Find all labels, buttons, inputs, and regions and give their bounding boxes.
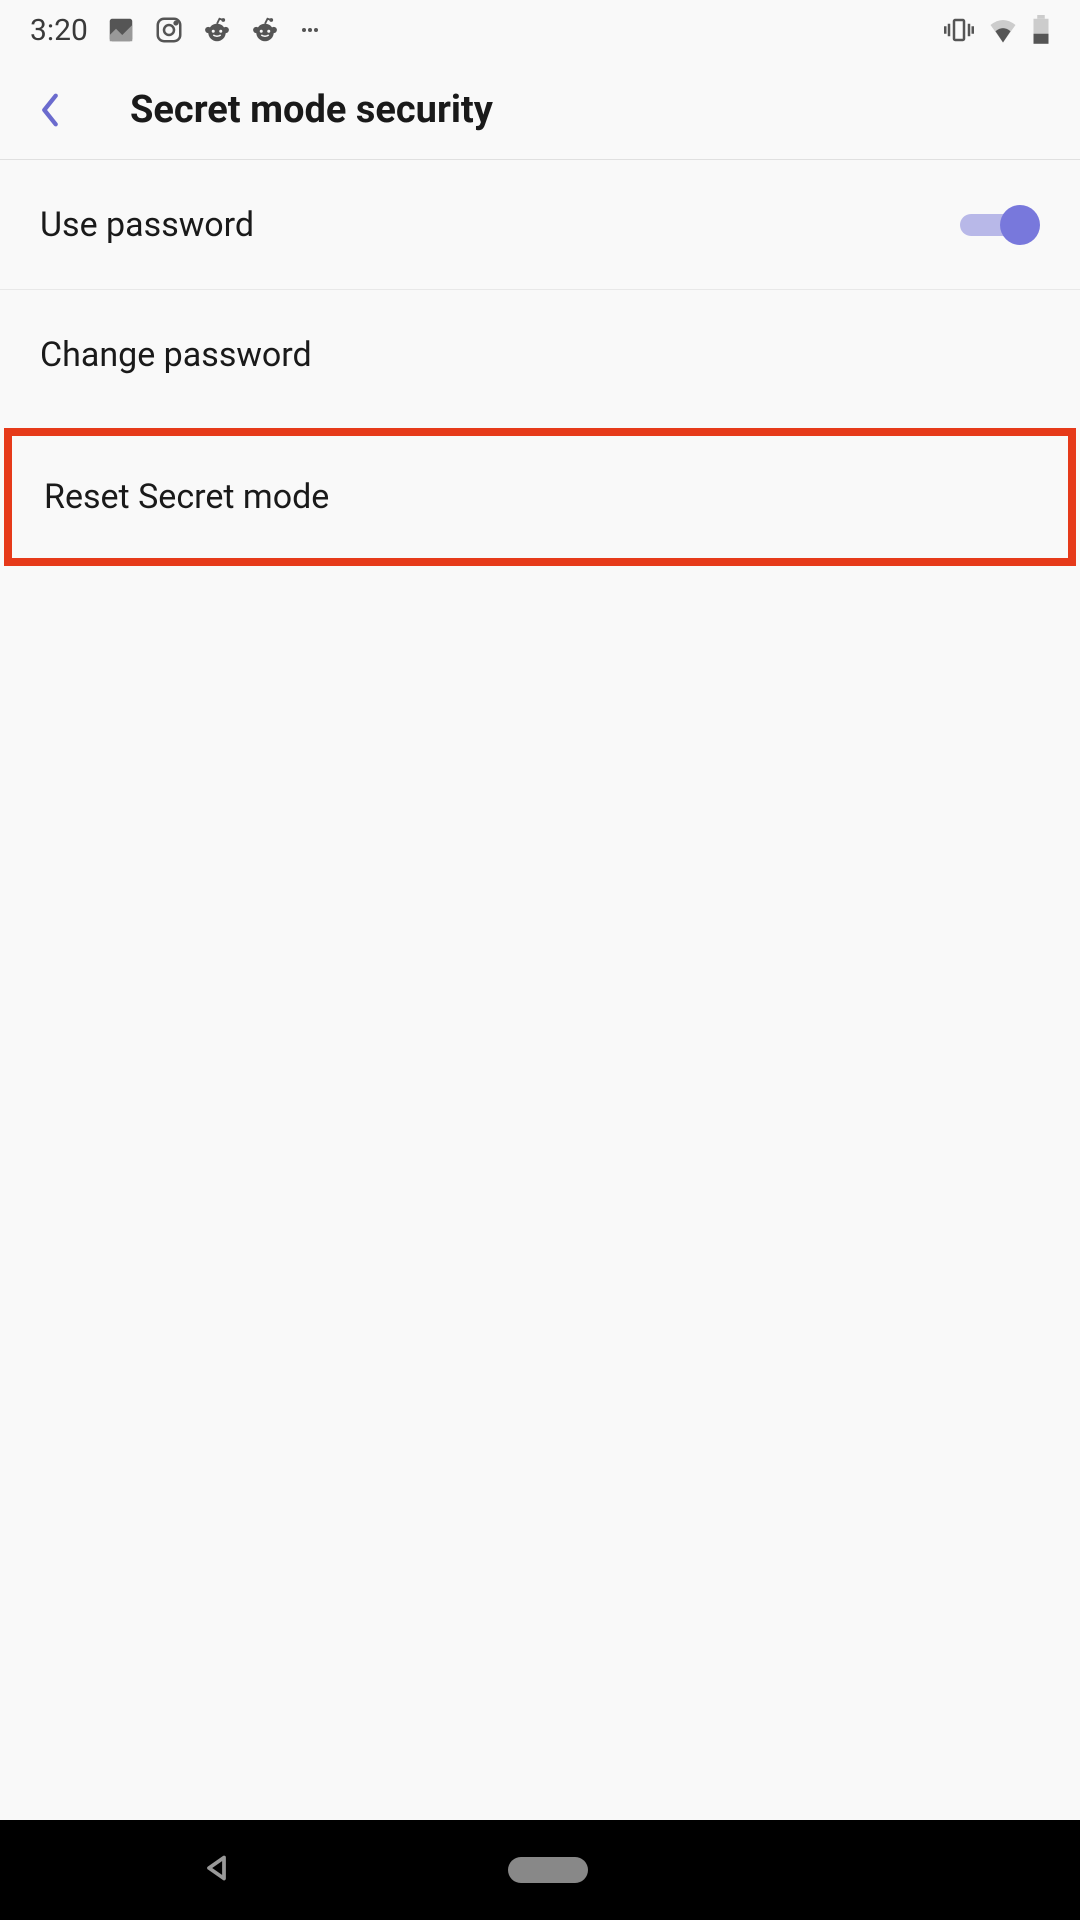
app-header: Secret mode security bbox=[0, 60, 1080, 160]
status-bar-right bbox=[944, 15, 1050, 45]
settings-list: Use password Change password Reset Secre… bbox=[0, 160, 1080, 566]
nav-back-button[interactable] bbox=[200, 1850, 236, 1890]
toggle-thumb bbox=[1000, 205, 1040, 245]
reset-secret-mode-label: Reset Secret mode bbox=[44, 477, 329, 517]
wifi-icon bbox=[988, 17, 1018, 43]
back-button[interactable] bbox=[30, 90, 70, 130]
use-password-label: Use password bbox=[40, 205, 254, 245]
gallery-icon bbox=[106, 15, 136, 45]
reddit-icon-2 bbox=[250, 15, 280, 45]
reset-secret-mode-row[interactable]: Reset Secret mode bbox=[4, 428, 1076, 566]
status-time: 3:20 bbox=[30, 13, 88, 48]
reddit-icon bbox=[202, 15, 232, 45]
navigation-bar bbox=[0, 1820, 1080, 1920]
change-password-label: Change password bbox=[40, 335, 312, 375]
status-bar-left: 3:20 bbox=[30, 13, 322, 48]
nav-home-button[interactable] bbox=[508, 1857, 588, 1883]
more-dots-icon bbox=[298, 18, 322, 42]
use-password-row[interactable]: Use password bbox=[0, 160, 1080, 290]
use-password-toggle[interactable] bbox=[960, 205, 1040, 245]
vibrate-icon bbox=[944, 17, 974, 43]
change-password-row[interactable]: Change password bbox=[0, 290, 1080, 420]
instagram-icon bbox=[154, 15, 184, 45]
status-bar: 3:20 bbox=[0, 0, 1080, 60]
page-title: Secret mode security bbox=[130, 88, 493, 132]
battery-icon bbox=[1032, 15, 1050, 45]
